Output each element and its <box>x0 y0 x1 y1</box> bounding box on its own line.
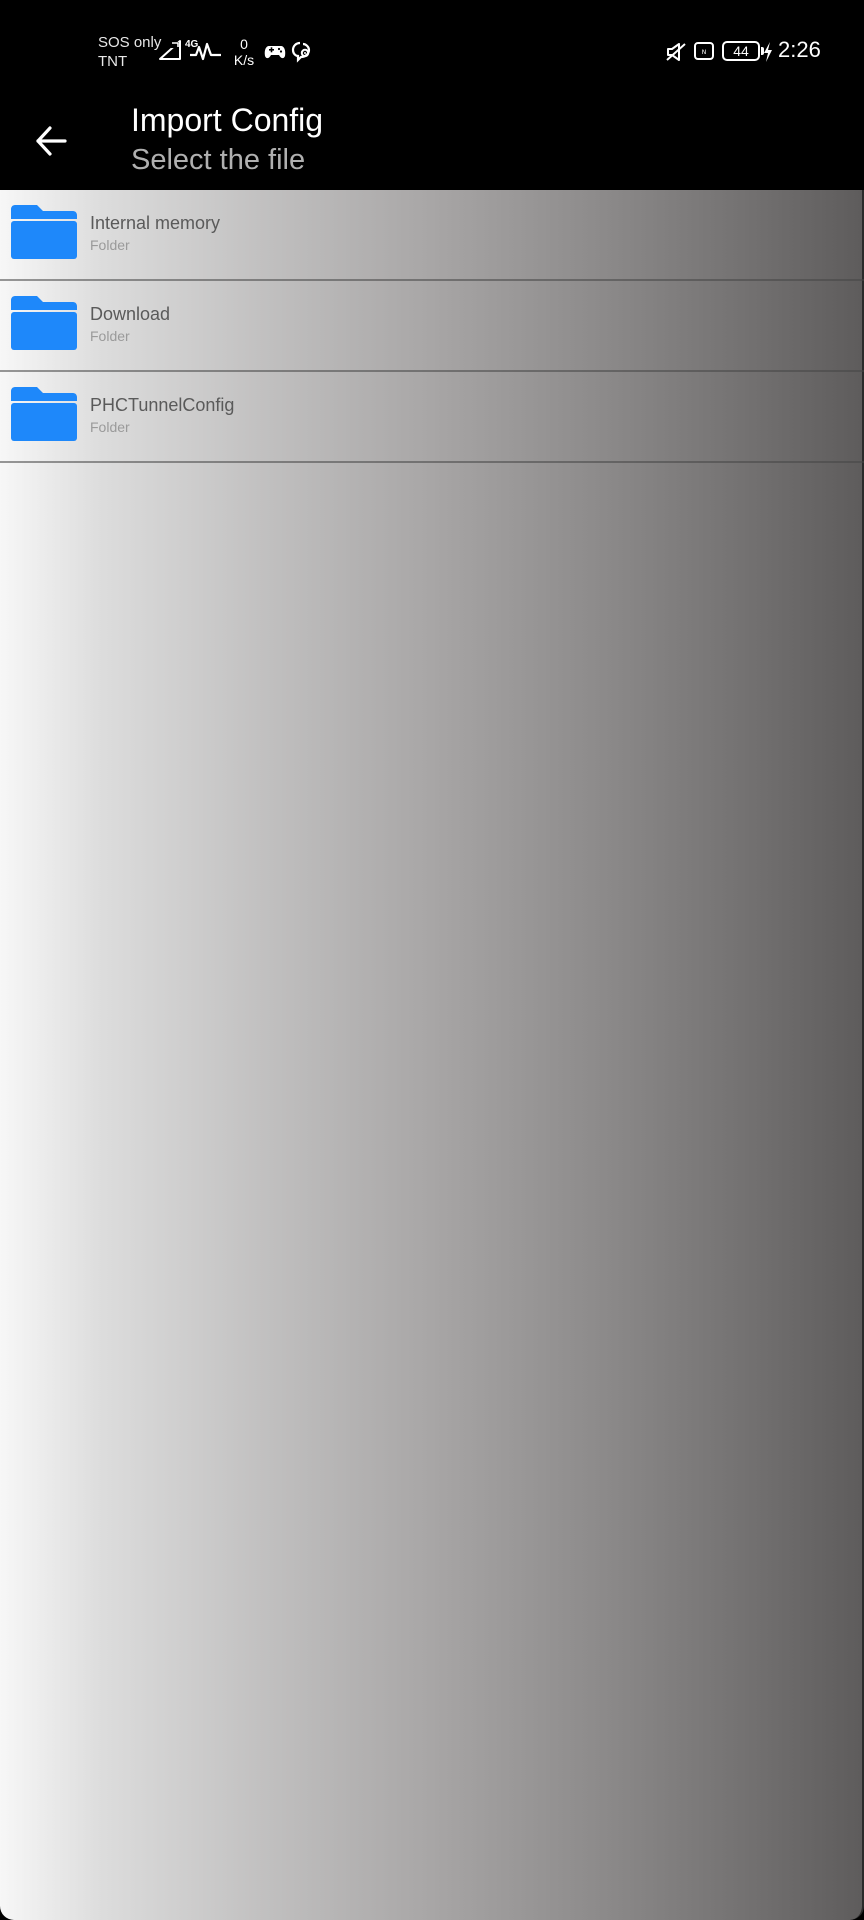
battery-level: 44 <box>733 43 749 59</box>
file-name: Internal memory <box>90 213 221 233</box>
nfc-icon: N <box>694 42 714 60</box>
4g-activity-icon <box>190 42 221 61</box>
file-list: Internal memory Folder Download Folder P… <box>0 190 864 1920</box>
screen: SOS only TNT 4G 0 K/s N 44 2:26 Import C… <box>0 0 864 1920</box>
no-sim-signal-icon <box>159 40 181 60</box>
carrier-info: SOS only TNT <box>98 33 161 71</box>
folder-icon <box>11 296 77 350</box>
file-name: PHCTunnelConfig <box>90 395 235 415</box>
file-item-download[interactable]: Download Folder <box>0 281 864 372</box>
mute-icon <box>666 43 686 61</box>
status-bar: SOS only TNT 4G 0 K/s N 44 2:26 <box>0 0 864 92</box>
file-type: Folder <box>90 328 130 344</box>
carrier-status: SOS only <box>98 34 162 51</box>
app-notification-icon <box>291 41 311 63</box>
clock: 2:26 <box>778 37 821 62</box>
page-subtitle: Select the file <box>131 144 306 176</box>
file-item-internal-memory[interactable]: Internal memory Folder <box>0 190 864 281</box>
speed-unit: K/s <box>233 52 255 68</box>
svg-text:N: N <box>702 49 707 56</box>
app-bar: Import Config Select the file <box>0 92 864 190</box>
file-type: Folder <box>90 419 130 435</box>
file-item-phctunnelconfig[interactable]: PHCTunnelConfig Folder <box>0 372 864 463</box>
page-title: Import Config <box>131 102 324 138</box>
battery-icon: 44 <box>722 41 764 61</box>
charging-icon <box>764 42 772 62</box>
folder-icon <box>11 205 77 259</box>
file-type: Folder <box>90 237 130 253</box>
folder-icon <box>11 387 77 441</box>
carrier-name: TNT <box>98 53 128 70</box>
network-speed: 0 K/s <box>230 36 258 68</box>
file-name: Download <box>90 304 171 324</box>
gamepad-icon <box>264 46 286 59</box>
back-button[interactable] <box>24 114 78 168</box>
back-arrow-icon <box>36 126 67 156</box>
speed-value: 0 <box>240 36 248 52</box>
